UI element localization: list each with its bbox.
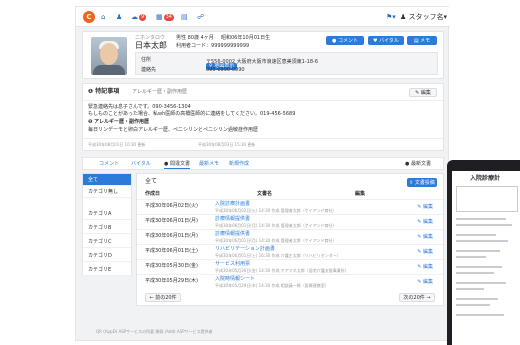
app-logo[interactable]: C: [83, 11, 95, 23]
category-e[interactable]: カテゴリE: [83, 264, 131, 276]
table-row[interactable]: 平成30年06月01日(土) リハビリテーション計画書 平成30年06月01日(土)…: [137, 244, 443, 259]
team-icon[interactable]: ☍: [197, 11, 204, 23]
footer-text: QR (AppD) ASPサービスの所要 開発 (Add) ASPサービス提供者: [96, 329, 213, 334]
memo-button[interactable]: ▤ メモ: [407, 36, 437, 45]
allergy-title: ❶ アレルギー歴・副作用歴: [88, 119, 149, 125]
user-code: 999999999999: [211, 43, 250, 49]
edit-link[interactable]: ✎ 編集: [417, 279, 433, 286]
col-date: 作成日: [145, 191, 161, 197]
user-icon[interactable]: ♟: [116, 11, 122, 23]
edit-link[interactable]: ✎ 編集: [417, 249, 433, 256]
text-line: [456, 272, 494, 274]
text-line: [456, 282, 506, 284]
app-window: C ⌂ ♟ ☁ 9 ▦ 34 ▤ ☍ ⚑ ▾ ♟ スタッフ名 ▾ ニホンタロウ 日本太郎…: [75, 6, 450, 341]
info-icon: ❶: [88, 88, 94, 95]
notes-meta-1: 平成30年08月01日 10:30 更新: [88, 142, 146, 147]
table-row[interactable]: 平成30年06月02日(火) 入院診療計画書 平成30年06月02日(火) 14:3…: [137, 199, 443, 214]
text-line: [456, 218, 506, 220]
category-none[interactable]: カテゴリ無し: [83, 186, 131, 198]
table-row[interactable]: 平成30年05月29日(木) 入院時情報シート 平成30年05月29日(木) 14:…: [137, 274, 443, 289]
edit-link[interactable]: ✎ 編集: [417, 234, 433, 241]
category-all[interactable]: 全て: [83, 174, 131, 186]
category-a[interactable]: カテゴリA: [83, 208, 131, 220]
edit-link[interactable]: ✎ 編集: [417, 264, 433, 271]
address-label: 住所: [141, 57, 152, 63]
user-code-label: 利用者コード：: [176, 43, 212, 49]
next-page-button[interactable]: 次の20件 →: [399, 293, 435, 302]
text-line: [456, 288, 484, 290]
notes-edit-button[interactable]: ✎ 編集: [409, 88, 437, 97]
divider: [83, 138, 443, 139]
profile-card: ニホンタロウ 日本太郎 男性 80歳 4ヶ月 昭和06年10月01日生 利用者コ…: [82, 31, 444, 79]
tablet-doc-title: 入院診療計: [470, 175, 501, 182]
text-line: [456, 234, 496, 236]
text-line: [456, 256, 486, 258]
edit-link[interactable]: ✎ 編集: [417, 219, 433, 226]
birth-date: 昭和06年10月01日生: [221, 35, 271, 41]
cloud-icon[interactable]: ☁ 9: [131, 11, 147, 23]
top-navigation-bar: C ⌂ ♟ ☁ 9 ▦ 34 ▤ ☍ ⚑ ▾ ♟ スタッフ名 ▾: [76, 7, 450, 27]
staff-menu[interactable]: ♟ スタッフ名 ▾: [400, 11, 447, 23]
notes-meta-2: 平成30年08月03日 15:30 更新: [198, 142, 256, 147]
text-line: [456, 298, 498, 300]
upload-button[interactable]: ⇪ 文書投稿: [407, 178, 437, 187]
phone-label: 連絡先: [141, 67, 157, 73]
notes-title: ❶ 特記事項: [88, 88, 120, 95]
flag-icon[interactable]: ⚑ ▾: [386, 11, 396, 23]
cloud-badge: 9: [139, 13, 147, 21]
tablet-device: 入院診療計: [447, 160, 520, 345]
col-edit: 編集: [355, 191, 366, 197]
screenshot-stage: C ⌂ ♟ ☁ 9 ▦ 34 ▤ ☍ ⚑ ▾ ♟ スタッフ名 ▾ ニホンタロウ 日本太郎…: [0, 0, 520, 345]
edit-link[interactable]: ✎ 編集: [417, 204, 433, 211]
table-row[interactable]: 平成30年06月01日(月) 診療情報提供書 平成30年06月01日(月) 14:3…: [137, 229, 443, 244]
text-line: [456, 250, 500, 252]
text-line: [456, 240, 508, 242]
tab-new[interactable]: 新規作成: [229, 160, 249, 168]
text-line: [456, 304, 490, 306]
notes-line-2: もしものことがあった場合、私wh医師の高橋医師的に連絡をしてください。019-4…: [88, 111, 296, 117]
document-badge: 34: [163, 13, 174, 21]
tablet-table: [456, 186, 518, 212]
comment-button[interactable]: ● コメント: [326, 36, 364, 45]
notes-line-1: 緊急連絡先は息子さんです。090-3456-1304: [88, 104, 191, 110]
allergy-text: 毎日リンデーモと卵白アレルギー歴、ペニシリンとペニシリン過敏症作用歴: [88, 127, 259, 133]
text-line: [456, 314, 504, 316]
category-c[interactable]: カテゴリC: [83, 236, 131, 248]
chart-icon[interactable]: ▤: [181, 11, 188, 23]
phone-value: 090-0990-0990: [206, 67, 245, 73]
category-d[interactable]: カテゴリD: [83, 250, 131, 262]
patient-name: 日本太郎: [135, 41, 167, 50]
table-row[interactable]: 平成30年05月30日(金) サービス利用票 平成30年05月30日(金) 14:3…: [137, 259, 443, 274]
special-notes-panel: ❶ 特記事項 アレルギー歴・副作用歴 ✎ 編集 緊急連絡先は息子さんです。090…: [82, 83, 444, 151]
divider: [83, 100, 443, 101]
notes-subtitle: アレルギー歴・副作用歴: [132, 89, 188, 95]
text-line: [456, 224, 512, 226]
tab-documents[interactable]: ● 間違文書: [164, 160, 190, 169]
tab-vital[interactable]: バイタル: [131, 160, 151, 168]
tab-bar: コメント バイタル ● 間違文書 最新メモ 新規作成 ● 最新文書: [82, 157, 444, 170]
address-value: 〒556-0002 大阪府大阪市浪速区恵美須東1-18-6: [206, 59, 318, 65]
home-icon[interactable]: ⌂: [101, 11, 105, 23]
table-row[interactable]: 平成30年06月01日(月) 診療情報提供書 平成30年06月01日(月) 14:3…: [137, 214, 443, 229]
profile-photo: [91, 37, 127, 75]
category-b[interactable]: カテゴリB: [83, 222, 131, 234]
gender-age: 男性 80歳 4ヶ月: [176, 35, 214, 41]
tab-comment[interactable]: コメント: [99, 160, 119, 168]
tab-memo[interactable]: 最新メモ: [199, 160, 219, 168]
list-header: 全て: [145, 178, 158, 185]
latest-docs-link[interactable]: ● 最新文書: [405, 160, 431, 168]
text-line: [456, 266, 502, 268]
vital-button[interactable]: ♥ バイタル: [368, 36, 404, 45]
category-sidebar: 全て カテゴリ無し カテゴリA カテゴリB カテゴリC カテゴリD カテゴリE: [82, 173, 132, 276]
prev-page-button[interactable]: ← 前の20件: [145, 293, 181, 302]
tablet-screen: 入院診療計: [452, 171, 520, 345]
document-icon[interactable]: ▦ 34: [156, 11, 174, 23]
col-document: 文書名: [257, 191, 273, 197]
document-list-panel: 全て ⇪ 文書投稿 作成日 文書名 編集 平成30年06月02日(火) 入院診療計…: [136, 173, 444, 306]
